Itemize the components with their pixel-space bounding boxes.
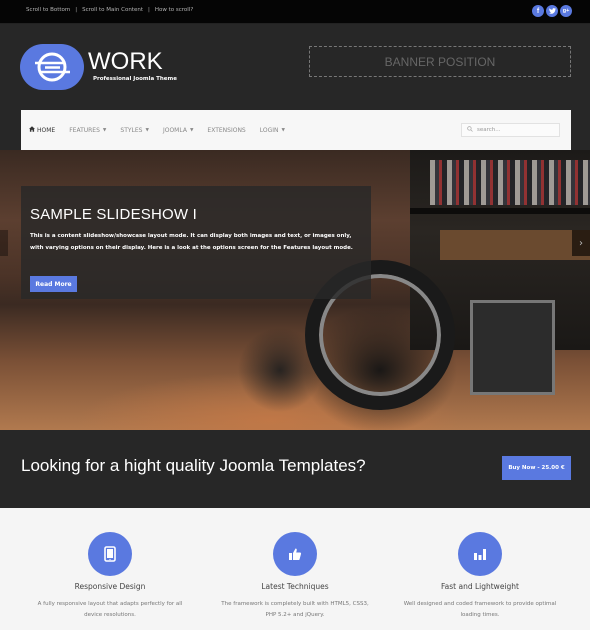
top-bar: Scroll to Bottom | Scroll to Main Conten…	[0, 0, 590, 24]
feature-title: Responsive Design	[74, 582, 146, 591]
feature-icon-circle	[88, 532, 132, 576]
feature-icon-circle	[273, 532, 317, 576]
slide-image-bottles	[430, 160, 590, 205]
thumbs-up-icon	[289, 548, 302, 560]
top-links: Scroll to Bottom | Scroll to Main Conten…	[26, 7, 193, 13]
caret-down-icon: ▼	[145, 127, 149, 133]
nav-item-login[interactable]: LOGIN ▼	[260, 126, 285, 134]
logo-subtitle: Professional Joomla Theme	[93, 76, 177, 82]
feature-text: Well designed and coded framework to pro…	[403, 601, 557, 618]
feature-title: Latest Techniques	[261, 582, 329, 591]
nav-item-extensions[interactable]: EXTENSIONS	[207, 126, 245, 134]
chevron-right-icon: ›	[579, 237, 583, 249]
scroll-to-main-content-link[interactable]: Scroll to Main Content	[82, 7, 143, 13]
nav-item-styles[interactable]: STYLES ▼	[120, 126, 149, 134]
twitter-icon[interactable]	[546, 5, 558, 17]
logo-icon	[35, 52, 70, 82]
caret-down-icon: ▼	[102, 127, 107, 133]
logo-title[interactable]: WORK	[88, 48, 163, 76]
search-input[interactable]	[477, 127, 547, 133]
nav-label: FEATURES	[69, 126, 100, 134]
banner-position: BANNER POSITION	[309, 46, 571, 77]
nav-label: JOOMLA	[162, 126, 187, 134]
buy-now-button[interactable]: Buy Now - 25.00 €	[502, 456, 571, 480]
nav-item-joomla[interactable]: JOOMLA ▼	[163, 126, 193, 134]
tablet-icon	[104, 546, 116, 562]
slide-text: This is a content slideshow/showcase lay…	[30, 233, 353, 251]
nav-item-features[interactable]: FEATURES ▼	[69, 126, 106, 134]
nav-label: HOME	[37, 126, 56, 134]
logo-badge[interactable]	[20, 44, 84, 90]
main-nav: HOME FEATURES ▼ STYLES ▼ JOOMLA ▼ EXTENS…	[21, 110, 571, 150]
how-to-scroll-link[interactable]: How to scroll?	[155, 7, 193, 13]
search-icon	[467, 126, 473, 134]
slide-next-button[interactable]: ›	[572, 230, 590, 256]
slide-image-box	[470, 300, 555, 395]
home-icon	[29, 126, 35, 134]
slide-title: SAMPLE SLIDESHOW I	[30, 206, 197, 223]
feature-icon-circle	[458, 532, 502, 576]
social-links: f g+	[532, 5, 572, 17]
read-more-button[interactable]: Read More	[30, 276, 77, 292]
features-section: Responsive Design A fully responsive lay…	[0, 508, 590, 630]
cta-heading: Looking for a hight quality Joomla Templ…	[21, 456, 366, 475]
nav-item-home[interactable]: HOME	[29, 126, 55, 134]
cta-section: Looking for a hight quality Joomla Templ…	[0, 430, 590, 508]
caret-down-icon: ▼	[189, 127, 194, 133]
slide-caption: SAMPLE SLIDESHOW I This is a content sli…	[21, 186, 371, 299]
nav-label: EXTENSIONS	[207, 126, 246, 134]
separator: |	[75, 7, 78, 13]
separator: |	[148, 7, 150, 13]
nav-label: LOGIN	[259, 126, 279, 134]
nav-items: HOME FEATURES ▼ STYLES ▼ JOOMLA ▼ EXTENS…	[29, 126, 299, 134]
feature-text: A fully responsive layout that adapts pe…	[37, 601, 183, 618]
slide-image-plank	[410, 208, 590, 214]
slide-image-crate	[440, 230, 590, 260]
google-plus-icon[interactable]: g+	[560, 5, 572, 17]
search-box[interactable]	[461, 123, 560, 137]
nav-label: STYLES	[120, 126, 143, 134]
feature-text: The framework is completely built with H…	[221, 601, 369, 618]
facebook-icon[interactable]: f	[532, 5, 544, 17]
scroll-to-bottom-link[interactable]: Scroll to Bottom	[26, 7, 70, 13]
slide-prev-button[interactable]	[0, 230, 8, 256]
bar-chart-icon	[474, 549, 486, 560]
feature-title: Fast and Lightweight	[441, 582, 519, 591]
caret-down-icon: ▼	[281, 127, 285, 133]
slideshow: SAMPLE SLIDESHOW I This is a content sli…	[0, 150, 590, 431]
